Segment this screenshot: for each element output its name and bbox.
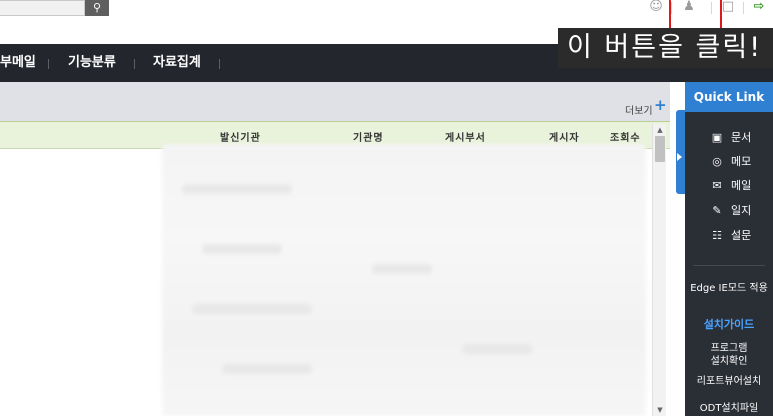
quicklink-item-journal[interactable]: ✎ 일지 — [709, 201, 751, 221]
nav-separator — [134, 59, 135, 69]
quicklink-divider — [693, 265, 765, 266]
quicklink-item-memo[interactable]: ◎ 메모 — [709, 152, 751, 172]
scroll-up-icon[interactable]: ▲ — [653, 124, 667, 136]
quicklink-label: 일지 — [731, 204, 752, 217]
install-guide-heading[interactable]: 설치가이드 — [685, 318, 773, 331]
quicklink-item-survey[interactable]: ☷ 설문 — [709, 226, 751, 246]
content-header: 더보기 + — [0, 82, 670, 121]
blurred-table-content — [162, 144, 646, 416]
program-install-check-link[interactable]: 프로그램 설치확인 — [685, 342, 773, 368]
more-link[interactable]: 더보기 — [625, 102, 653, 117]
quicklink-item-mail[interactable]: ✉ 메일 — [709, 176, 751, 196]
quicklink-item-document[interactable]: ▣ 문서 — [709, 128, 751, 148]
blurred-row — [372, 264, 432, 274]
table-scrollbar[interactable]: ▲ ▼ — [652, 124, 666, 416]
journal-icon: ✎ — [712, 204, 722, 217]
blurred-row — [202, 244, 282, 254]
blurred-row — [192, 304, 312, 314]
content-panel: 더보기 + 발신기관 기관명 게시부서 게시자 조회수 — [0, 82, 670, 416]
chevron-right-icon — [677, 153, 682, 161]
blurred-row — [222, 364, 312, 374]
top-separator — [711, 2, 712, 14]
top-separator — [743, 2, 744, 14]
nav-item-function-category[interactable]: 기능분류 — [68, 44, 116, 82]
column-header-views[interactable]: 조회수 — [610, 129, 641, 144]
report-viewer-install-link[interactable]: 리포트뷰어설치 — [685, 375, 773, 388]
column-header-post-dept[interactable]: 게시부서 — [445, 129, 486, 144]
top-separator — [671, 2, 672, 14]
logout-icon[interactable]: ⇨ — [749, 0, 769, 16]
plus-icon[interactable]: + — [654, 96, 667, 114]
settings-user-icon[interactable]: ♟ — [679, 0, 699, 16]
blurred-row — [182, 184, 292, 194]
annotation-pointer-right — [720, 0, 722, 30]
edge-ie-mode-link[interactable]: Edge IE모드 적용 — [685, 282, 773, 295]
column-header-sender-org[interactable]: 발신기관 — [220, 129, 261, 144]
quicklink-label: 문서 — [731, 131, 752, 144]
search-icon: ⚲ — [92, 1, 102, 14]
mail-icon: ✉ — [712, 179, 722, 192]
survey-icon: ☷ — [712, 229, 722, 242]
column-header-org-name[interactable]: 기관명 — [353, 129, 384, 144]
quicklink-panel: Quick Link ▣ 문서 ◎ 메모 ✉ 메일 ✎ 일지 ☷ 설문 Edge IE모드… — [685, 82, 773, 416]
blurred-row — [462, 344, 532, 354]
quicklink-label: 설문 — [731, 229, 752, 242]
quicklink-label: 메일 — [731, 179, 752, 192]
document-icon: ▣ — [711, 131, 723, 144]
nav-separator — [48, 59, 49, 69]
search-input[interactable] — [0, 0, 85, 16]
memo-bubble-icon: ◎ — [712, 155, 722, 168]
user-circle-icon[interactable]: ☺ — [646, 0, 666, 16]
quicklink-title: Quick Link — [685, 82, 773, 112]
nav-item-mail[interactable]: 부메일 — [0, 44, 36, 82]
annotation-pointer-left — [669, 0, 671, 30]
column-header-poster[interactable]: 게시자 — [549, 129, 580, 144]
program-line-2: 설치확인 — [710, 356, 748, 367]
annotation-label: 이 버튼을 클릭! — [558, 28, 773, 68]
nav-item-data-aggregation[interactable]: 자료집계 — [153, 44, 201, 82]
odt-install-file-link[interactable]: ODT설치파일 — [685, 402, 773, 415]
search-button[interactable]: ⚲ — [85, 0, 109, 16]
nav-separator — [219, 59, 220, 69]
scroll-down-icon[interactable]: ▼ — [653, 404, 667, 416]
scroll-thumb[interactable] — [655, 136, 665, 162]
quicklink-toggle[interactable] — [676, 110, 685, 194]
quicklink-label: 메모 — [731, 155, 752, 168]
program-line-1: 프로그램 — [710, 343, 748, 354]
